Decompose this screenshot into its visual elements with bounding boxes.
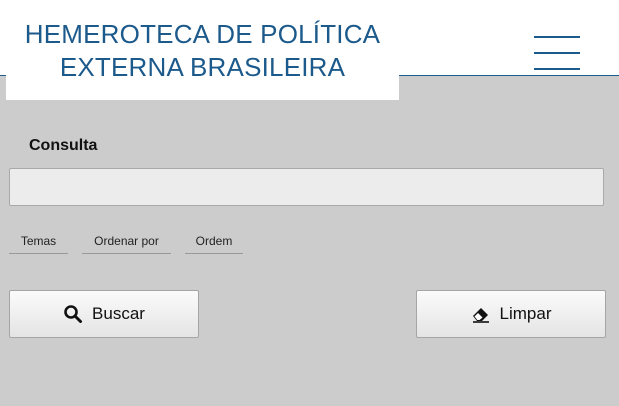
filter-ordenar-por[interactable]: Ordenar por	[82, 234, 171, 254]
filter-ordem[interactable]: Ordem	[185, 234, 243, 254]
search-icon	[63, 304, 83, 324]
consulta-input[interactable]	[9, 168, 604, 206]
hamburger-bar	[534, 36, 580, 38]
limpar-button[interactable]: Limpar	[416, 290, 606, 338]
hamburger-bar	[534, 52, 580, 54]
hamburger-bar	[534, 68, 580, 70]
logo-line-1: HEMEROTECA DE POLÍTICA	[24, 19, 381, 49]
buscar-button-label: Buscar	[92, 304, 145, 323]
site-logo[interactable]: HEMEROTECA DE POLÍTICA EXTERNA BRASILEIR…	[6, 0, 399, 100]
buscar-button[interactable]: Buscar	[9, 290, 199, 338]
filter-temas[interactable]: Temas	[9, 234, 68, 254]
hamburger-menu-icon[interactable]	[534, 36, 580, 72]
limpar-button-label: Limpar	[499, 304, 552, 323]
eraser-icon	[471, 304, 491, 324]
consulta-label: Consulta	[29, 137, 98, 154]
logo-line-2: EXTERNA BRASILEIRA	[59, 52, 346, 82]
